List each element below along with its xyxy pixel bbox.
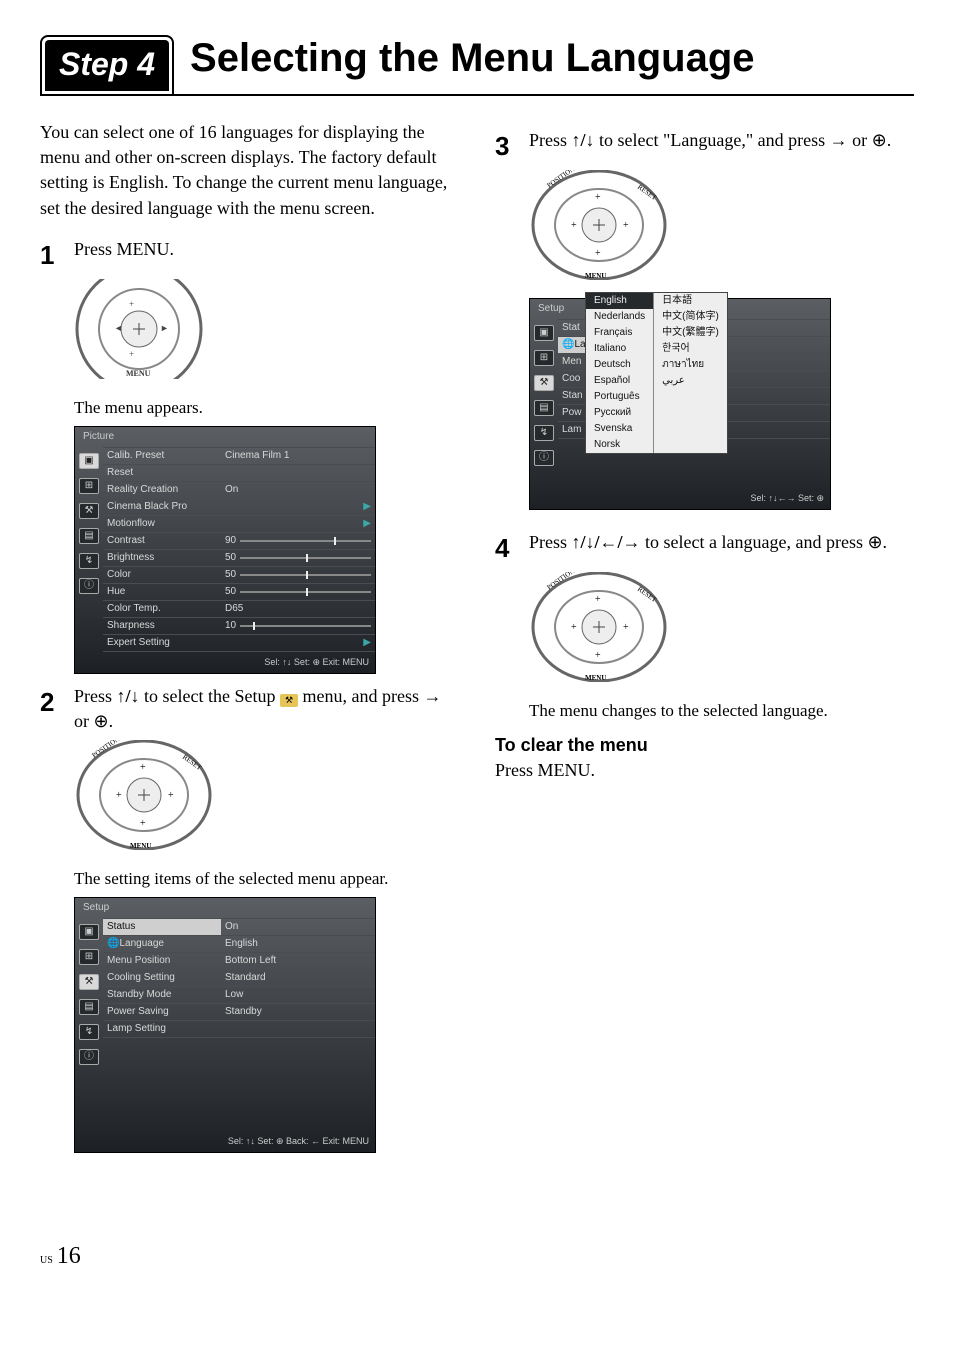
intro-text: You can select one of 16 languages for d… <box>40 120 459 221</box>
svg-text:POSITION: POSITION <box>546 572 577 592</box>
step-number-3: 3 <box>495 128 517 164</box>
step-1-body: Press MENU. <box>74 237 459 273</box>
step-label: Step 4 <box>45 40 169 91</box>
svg-text:+: + <box>140 818 146 829</box>
page-number: 16 <box>57 1243 81 1270</box>
step-3-body: Press ↑/↓ to select "Language," and pres… <box>529 128 914 164</box>
dpad-figure-menu: + ◄ ► + MENU <box>74 279 204 379</box>
svg-text:POSITION: POSITION <box>546 170 577 190</box>
svg-text:POSITION: POSITION <box>91 740 122 760</box>
step-number-2: 2 <box>40 684 62 734</box>
step-2-note: The setting items of the selected menu a… <box>74 867 459 891</box>
svg-text:+: + <box>595 248 601 259</box>
page-title: Selecting the Menu Language <box>190 35 755 81</box>
picture-menu: Picture ▣ ⊞ ⚒ ▤ ↯ ⓘ Calib. PresetCinema … <box>74 426 376 674</box>
step-number-1: 1 <box>40 237 62 273</box>
svg-text:RESET: RESET <box>636 183 659 202</box>
clear-menu-body: Press MENU. <box>495 758 914 783</box>
svg-text:+: + <box>116 790 122 801</box>
svg-text:◄: ◄ <box>114 323 123 333</box>
setup-menu: Setup ▣⊞⚒▤↯ⓘ StatusOn🌐LanguageEnglishMen… <box>74 897 376 1153</box>
svg-text:+: + <box>595 192 601 203</box>
region-code: US <box>40 1255 53 1266</box>
setup-menu-title: Setup <box>75 898 375 918</box>
info-icon: ⓘ <box>79 578 99 594</box>
svg-text:RESET: RESET <box>636 585 659 604</box>
picture-icon: ▣ <box>79 453 99 469</box>
svg-text:+: + <box>129 349 134 359</box>
step-1-note: The menu appears. <box>74 396 459 420</box>
clear-menu-heading: To clear the menu <box>495 733 914 758</box>
menu-icon-column: ▣ ⊞ ⚒ ▤ ↯ ⓘ <box>75 447 103 652</box>
svg-text:MENU: MENU <box>130 842 151 850</box>
toolbox-icon: ⚒ <box>280 694 298 707</box>
svg-text:+: + <box>623 220 629 231</box>
svg-text:+: + <box>140 762 146 773</box>
dpad-figure-1: + + + + POSITION RESET MENU <box>74 740 214 850</box>
setup-menu-footer: Sel: ↑↓ Set: ⊕ Back: ← Exit: MENU <box>75 1131 375 1152</box>
svg-text:RESET: RESET <box>181 753 204 772</box>
language-menu: Setup ▣⊞⚒▤↯ⓘ Stat🌐LaMenCooStanPowLam Eng… <box>529 298 831 510</box>
screen-icon: ⊞ <box>79 478 99 494</box>
svg-text:+: + <box>571 622 577 633</box>
svg-text:+: + <box>595 650 601 661</box>
language-menu-footer: Sel: ↑↓←→ Set: ⊕ <box>744 488 830 509</box>
svg-text:+: + <box>571 220 577 231</box>
four-way-arrow-icon: ↑/↓/←/→ <box>572 532 641 552</box>
up-down-arrow-icon: ↑/↓ <box>117 686 140 706</box>
svg-text:+: + <box>595 594 601 605</box>
dpad-figure-2: + + + + POSITION RESET MENU <box>529 170 669 280</box>
language-list: EnglishNederlandsFrançaisItalianoDeutsch… <box>585 292 728 454</box>
svg-text:MENU: MENU <box>585 272 606 280</box>
svg-text:►: ► <box>160 323 169 333</box>
step-number-4: 4 <box>495 530 517 566</box>
svg-text:+: + <box>168 790 174 801</box>
function-icon: ▤ <box>79 528 99 544</box>
svg-text:+: + <box>623 622 629 633</box>
page-footer: US 16 <box>40 1243 914 1270</box>
svg-text:MENU: MENU <box>126 369 151 378</box>
step-badge: Step 4 <box>40 35 174 94</box>
picture-menu-title: Picture <box>75 427 375 447</box>
up-down-arrow-icon: ↑/↓ <box>572 130 595 150</box>
svg-text:+: + <box>129 299 134 309</box>
dpad-figure-3: + + + + POSITION RESET MENU <box>529 572 669 682</box>
svg-text:MENU: MENU <box>585 674 606 682</box>
step-4-note: The menu changes to the selected languag… <box>529 699 914 723</box>
step-2-body: Press ↑/↓ to select the Setup ⚒ menu, an… <box>74 684 459 734</box>
install-icon: ↯ <box>79 553 99 569</box>
step-4-body: Press ↑/↓/←/→ to select a language, and … <box>529 530 914 566</box>
setup-icon: ⚒ <box>79 503 99 519</box>
picture-menu-footer: Sel: ↑↓ Set: ⊕ Exit: MENU <box>75 652 375 673</box>
